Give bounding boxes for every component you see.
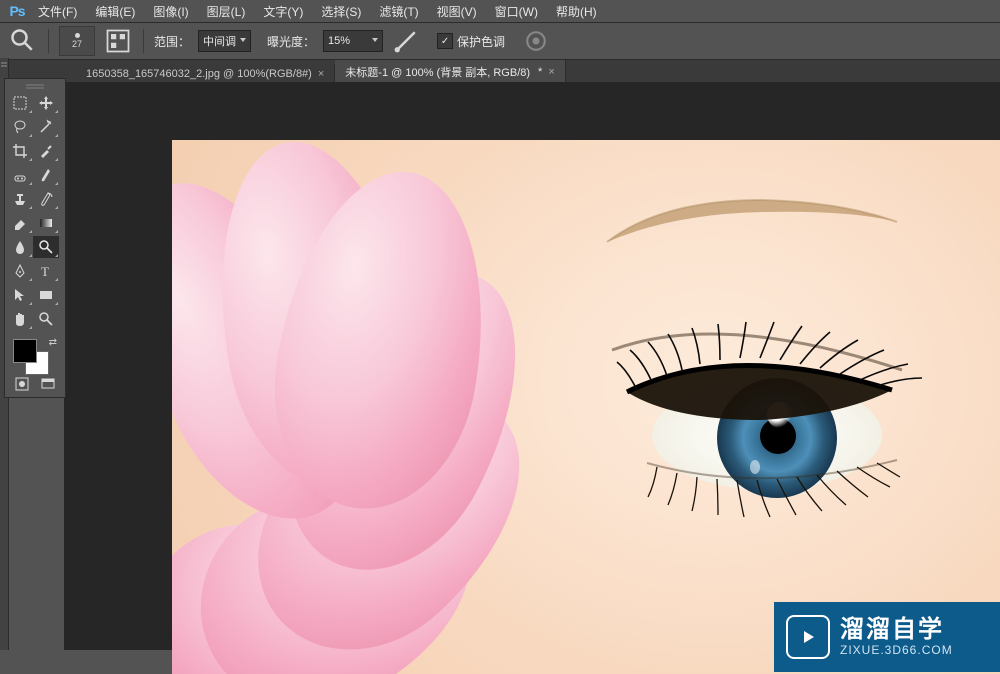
options-bar: 27 范围： 中间调 曝光度： 15% ✓ 保护色调 <box>0 23 1000 60</box>
healing-brush-tool[interactable] <box>7 164 33 186</box>
close-icon[interactable]: × <box>548 66 554 78</box>
menu-image[interactable]: 图像(I) <box>145 1 196 22</box>
clone-stamp-tool[interactable] <box>7 188 33 210</box>
menu-edit[interactable]: 编辑(E) <box>87 1 143 22</box>
play-icon <box>786 615 830 659</box>
gradient-tool[interactable] <box>33 212 59 234</box>
protect-tones-label: 保护色调 <box>457 33 505 50</box>
document-tab-2[interactable]: 未标题-1 @ 100% (背景 副本, RGB/8)* × <box>335 60 565 84</box>
menu-help[interactable]: 帮助(H) <box>548 1 605 22</box>
canvas-image <box>172 140 552 674</box>
canvas-image <box>582 320 942 510</box>
menu-bar: Ps 文件(F) 编辑(E) 图像(I) 图层(L) 文字(Y) 选择(S) 滤… <box>0 0 1000 23</box>
protect-tones-checkbox[interactable]: ✓ <box>437 33 453 49</box>
hand-tool[interactable] <box>7 308 33 330</box>
close-icon[interactable]: × <box>318 68 324 80</box>
edit-mode-group <box>7 373 63 395</box>
eraser-tool[interactable] <box>7 212 33 234</box>
document-canvas[interactable]: 溜溜自学 ZIXUE.3D66.COM <box>172 140 1000 674</box>
menu-view[interactable]: 视图(V) <box>429 1 485 22</box>
range-select[interactable]: 中间调 <box>198 30 251 52</box>
watermark-title: 溜溜自学 <box>840 617 953 643</box>
watermark-subtitle: ZIXUE.3D66.COM <box>840 643 953 657</box>
exposure-input[interactable]: 15% <box>323 30 383 52</box>
blur-tool[interactable] <box>7 236 33 258</box>
canvas-image <box>602 192 902 252</box>
path-selection-tool[interactable] <box>7 284 33 306</box>
brush-panel-icon[interactable] <box>103 26 133 56</box>
menu-filter[interactable]: 滤镜(T) <box>371 1 426 22</box>
zoom-tool[interactable] <box>33 308 59 330</box>
menu-type[interactable]: 文字(Y) <box>255 1 311 22</box>
screenmode-icon[interactable] <box>36 374 60 394</box>
pen-tool[interactable] <box>7 260 33 282</box>
tool-preset-icon[interactable] <box>8 26 38 56</box>
move-tool[interactable] <box>33 92 59 114</box>
protect-tones-group[interactable]: ✓ 保护色调 <box>437 33 505 50</box>
type-tool[interactable]: T <box>33 260 59 282</box>
airbrush-icon[interactable] <box>391 26 421 56</box>
canvas-area: 溜溜自学 ZIXUE.3D66.COM <box>64 82 1000 650</box>
magic-wand-tool[interactable] <box>33 116 59 138</box>
eyedropper-tool[interactable] <box>33 140 59 162</box>
lasso-tool[interactable] <box>7 116 33 138</box>
menu-file[interactable]: 文件(F) <box>30 1 85 22</box>
tools-panel: T ⇄ <box>4 78 66 398</box>
exposure-label: 曝光度： <box>267 33 315 50</box>
dodge-tool[interactable] <box>33 236 59 258</box>
marquee-tool[interactable] <box>7 92 33 114</box>
menu-select[interactable]: 选择(S) <box>313 1 369 22</box>
brush-tool[interactable] <box>33 164 59 186</box>
swap-colors-icon[interactable]: ⇄ <box>49 337 57 348</box>
history-brush-tool[interactable] <box>33 188 59 210</box>
range-label: 范围： <box>154 33 190 50</box>
crop-tool[interactable] <box>7 140 33 162</box>
pressure-size-icon[interactable] <box>521 26 551 56</box>
quickmask-icon[interactable] <box>10 374 34 394</box>
menu-layer[interactable]: 图层(L) <box>199 1 254 22</box>
document-tab-1[interactable]: 1650358_165746032_2.jpg @ 100%(RGB/8#) × <box>76 64 335 84</box>
svg-text:T: T <box>41 264 49 279</box>
watermark-badge: 溜溜自学 ZIXUE.3D66.COM <box>774 602 1000 672</box>
brush-preset-picker[interactable]: 27 <box>59 26 95 56</box>
rectangle-tool[interactable] <box>33 284 59 306</box>
app-logo: Ps <box>6 0 28 22</box>
foreground-color[interactable] <box>13 339 37 363</box>
brush-size-label: 27 <box>72 39 82 49</box>
menu-window[interactable]: 窗口(W) <box>487 1 546 22</box>
panel-grip[interactable] <box>7 81 63 89</box>
color-swatches[interactable]: ⇄ <box>7 335 63 371</box>
